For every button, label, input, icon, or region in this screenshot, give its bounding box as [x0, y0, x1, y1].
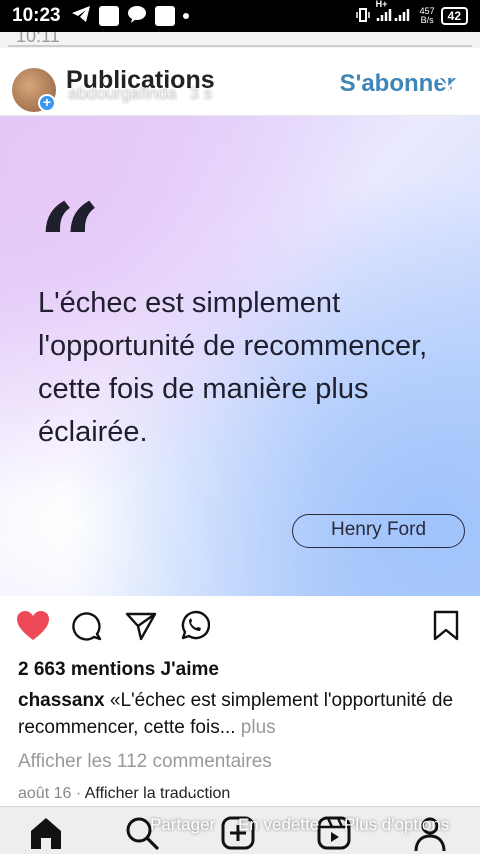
send-icon[interactable] [125, 610, 157, 642]
translate-link[interactable]: Afficher la traduction [85, 785, 231, 802]
share-button[interactable]: Partager [150, 815, 215, 835]
bookmark-icon[interactable] [432, 610, 464, 642]
vibrate-icon [355, 7, 370, 26]
caption-more-link[interactable]: plus [236, 717, 276, 738]
quote-text: L'échec est simplement l'opportunité de … [38, 287, 428, 448]
more-options-button[interactable]: Plus d'options [344, 815, 449, 835]
date-value: août 16 [18, 785, 72, 802]
battery-indicator: 42 [440, 7, 468, 25]
share-overlay-labels: Partager En vedette Plus d'options [0, 815, 480, 837]
comment-icon[interactable] [71, 610, 103, 642]
add-story-icon[interactable]: + [38, 94, 56, 112]
network-speed: 457 B/s [419, 6, 435, 25]
header: + Publications abdourgafinda 3 s S'abonn… [0, 48, 480, 116]
close-icon[interactable] [434, 74, 462, 108]
view-comments-link[interactable]: Afficher les 112 commentaires [18, 751, 272, 773]
username[interactable]: abdourgafinda 3 s [68, 84, 212, 104]
app-notification-icon [154, 6, 175, 26]
featured-icon[interactable] [266, 766, 298, 801]
chat-icon [127, 5, 147, 28]
like-count[interactable]: 2 663 mentions J'aime [18, 659, 219, 681]
telegram-icon [71, 5, 91, 28]
featured-button[interactable]: En vedette [238, 815, 319, 835]
post-actions [0, 596, 480, 656]
heart-filled-icon[interactable] [16, 610, 49, 642]
status-bar: 10:23 H+ 457 B/s 42 [0, 0, 480, 32]
author-badge: Henry Ford [292, 514, 465, 548]
date-separator: · [71, 785, 85, 802]
quote-mark-icon: “ [38, 179, 102, 308]
more-notifications-icon [182, 13, 189, 19]
share-icon[interactable] [170, 766, 200, 799]
post-caption: chassanx «L'échec est simplement l'oppor… [18, 687, 468, 741]
notification-icon [98, 6, 119, 26]
clock: 10:23 [12, 5, 61, 26]
post-image[interactable]: “ L'échec est simplement l'opportunité d… [0, 116, 480, 596]
ghost-overlay: 10:11 [0, 32, 480, 48]
caption-username[interactable]: chassanx [18, 690, 105, 711]
whatsapp-icon[interactable] [178, 610, 211, 642]
more-options-icon[interactable] [398, 766, 408, 797]
signal-icon: H+ [376, 0, 414, 26]
